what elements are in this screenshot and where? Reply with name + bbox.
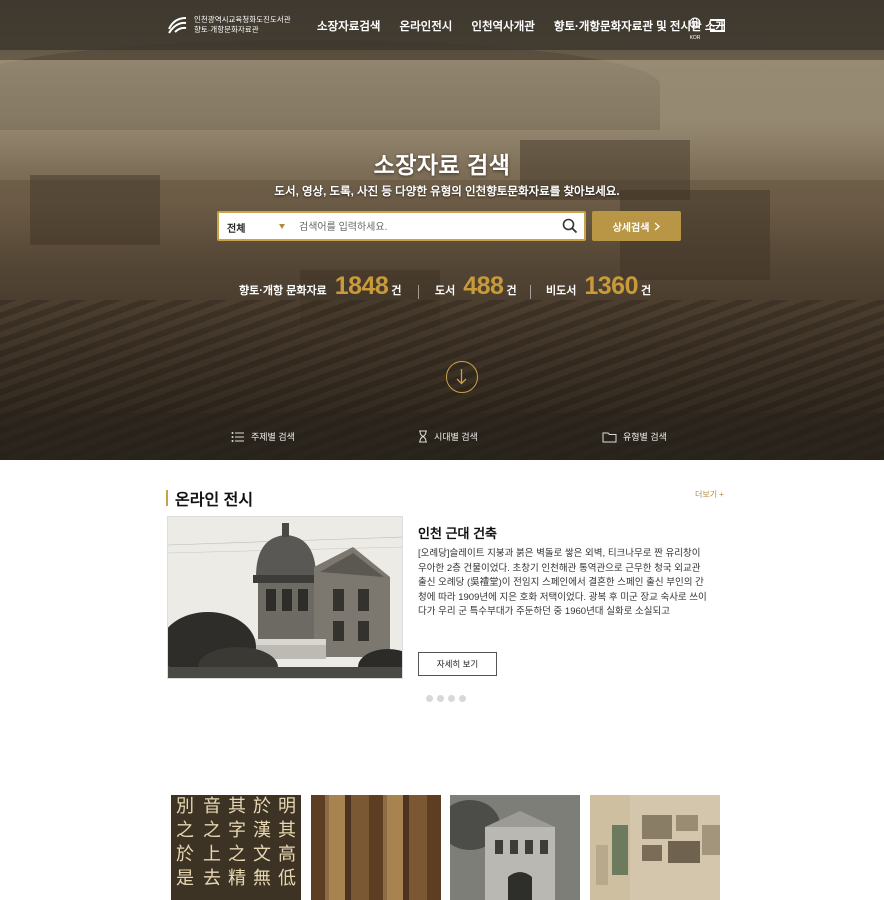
advanced-search-label: 상세검색 (612, 222, 650, 234)
thumbnail-old-building[interactable] (450, 795, 580, 900)
calligraphy-column: 於漢文無 (253, 796, 271, 889)
carousel-dot[interactable] (459, 695, 466, 702)
detail-button[interactable]: 자세히 보기 (418, 652, 497, 676)
language-selector[interactable]: KOR (688, 16, 702, 41)
hero-banner: 인천광역시교육청화도진도서관 향토·개항문화자료관 소장자료검색 온라인전시 인… (0, 0, 884, 460)
search-icon[interactable] (562, 218, 578, 234)
building-photo (168, 517, 402, 678)
type-search-link[interactable]: 유형별 검색 (602, 430, 667, 443)
carousel-dot[interactable] (448, 695, 455, 702)
advanced-search-button[interactable]: 상세검색 (592, 211, 681, 241)
logo-icon (168, 17, 187, 34)
menu-collection-search[interactable]: 소장자료검색 (317, 18, 380, 34)
hero-title: 소장자료 검색 (373, 152, 511, 178)
section-title: 온라인 전시 (175, 492, 254, 509)
section-header: 온라인 전시 (166, 486, 253, 510)
arrow-down-icon (456, 369, 467, 385)
search-category-select[interactable]: 전체 (227, 220, 245, 235)
exhibit-description: [오례당]슬레이트 지붕과 붉은 벽돌로 쌓은 외벽, 티크나무로 짠 유리창이… (418, 548, 707, 618)
stat-books: 도서 488 건 (435, 272, 517, 300)
search-bar: 전체 (217, 211, 586, 241)
more-link[interactable]: 더보기 + (695, 489, 724, 500)
thumbnail-calligraphy[interactable]: 明其高低 於漢文無 其字之精 音之上去 別之於是 (171, 795, 301, 900)
calligraphy-column: 明其高低 (278, 796, 296, 889)
carousel-dot[interactable] (437, 695, 444, 702)
subject-search-link[interactable]: 주제별 검색 (231, 430, 295, 443)
hourglass-icon (419, 430, 427, 443)
stat-books-count: 488 (463, 272, 504, 300)
chevron-right-icon (654, 222, 661, 230)
menu-incheon-history[interactable]: 인천역사개관 (471, 18, 534, 34)
search-input[interactable] (299, 218, 549, 236)
caret-down-icon[interactable] (279, 224, 285, 229)
stat-nonbooks: 비도서 1360 건 (546, 272, 652, 300)
logo-line-1: 인천광역시교육청화도진도서관 (194, 15, 291, 24)
thumbnail-exhibition-hall[interactable] (590, 795, 720, 900)
menu-online-exhibit[interactable]: 온라인전시 (399, 18, 452, 34)
exhibition-hall-photo (590, 795, 720, 900)
old-building-photo (450, 795, 580, 900)
globe-icon (689, 17, 701, 29)
scroll-down-button[interactable] (446, 361, 478, 393)
calligraphy-column: 別之於是 (176, 796, 194, 889)
thumbnail-books[interactable] (311, 795, 441, 900)
folder-icon (602, 432, 617, 442)
calligraphy-column: 其字之精 (228, 796, 246, 889)
era-search-link[interactable]: 시대별 검색 (418, 430, 478, 443)
hero-subtitle: 도서, 영상, 도록, 사진 등 다양한 유형의 인천향토문화자료를 찾아보세요… (274, 186, 620, 198)
logo-line-2: 향토·개항문화자료관 (194, 25, 259, 34)
stat-divider (530, 285, 531, 299)
section-accent-bar (166, 490, 168, 506)
language-label: KOR (689, 35, 701, 41)
stat-heritage-count: 1848 (334, 272, 389, 300)
top-navigation: 인천광역시교육청화도진도서관 향토·개항문화자료관 소장자료검색 온라인전시 인… (0, 0, 884, 50)
carousel-dot[interactable] (426, 695, 433, 702)
stat-nonbooks-count: 1360 (584, 272, 638, 300)
calligraphy-column: 音之上去 (203, 796, 221, 889)
collection-stats: 향토·개항 문화자료 1848 건 도서 488 건 비도서 1360 건 (0, 272, 884, 306)
stat-divider (418, 285, 419, 299)
carousel-pagination (426, 695, 466, 702)
stat-heritage: 향토·개항 문화자료 1848 건 (239, 272, 402, 300)
site-logo[interactable]: 인천광역시교육청화도진도서관 향토·개항문화자료관 (166, 15, 291, 35)
exhibit-title[interactable]: 인천 근대 건축 (418, 523, 497, 542)
exhibit-photo[interactable] (167, 516, 403, 679)
list-icon (231, 431, 244, 442)
menu-icon[interactable] (710, 19, 725, 32)
main-menu: 소장자료검색 온라인전시 인천역사개관 향토·개항문화자료관 및 전시관 소개 (317, 18, 745, 34)
search-type-bar: 주제별 검색 시대별 검색 유형별 검색 (0, 413, 884, 460)
